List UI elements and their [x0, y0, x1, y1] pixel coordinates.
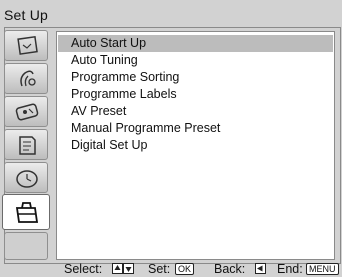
- menu-item-digital-set-up[interactable]: Digital Set Up: [58, 137, 333, 154]
- menu-key-label: MENU: [306, 263, 339, 275]
- back-legend-label: Back:: [214, 262, 246, 276]
- menu-item-programme-labels[interactable]: Programme Labels: [58, 86, 333, 103]
- empty-sidebar-slot: [4, 232, 48, 260]
- set-up-toolbox-icon[interactable]: [2, 194, 50, 230]
- up-down-arrows-icon: [112, 263, 134, 277]
- menu-item-auto-tuning[interactable]: Auto Tuning: [58, 52, 333, 69]
- timer-icon[interactable]: [4, 162, 48, 193]
- select-legend-label: Select:: [64, 262, 103, 276]
- ok-key-icon: OK: [175, 262, 195, 276]
- menu-title: Set Up: [4, 7, 48, 23]
- setup-menu-list: Auto Start Up Auto Tuning Programme Sort…: [56, 31, 335, 260]
- left-arrow-key-icon: [255, 263, 266, 277]
- menu-item-manual-programme-preset[interactable]: Manual Programme Preset: [58, 120, 333, 137]
- teletext-icon[interactable]: [4, 129, 48, 160]
- sound-adjustment-icon[interactable]: [4, 63, 48, 94]
- ok-key-label: OK: [175, 263, 195, 275]
- picture-adjustment-icon[interactable]: [4, 30, 48, 61]
- menu-item-av-preset[interactable]: AV Preset: [58, 103, 333, 120]
- menu-item-programme-sorting[interactable]: Programme Sorting: [58, 69, 333, 86]
- menu-key-icon: MENU: [306, 262, 339, 276]
- menu-item-auto-start-up[interactable]: Auto Start Up: [58, 35, 333, 52]
- key-legend: Select: Set: OK Back: End: MENU: [0, 259, 342, 277]
- features-icon[interactable]: [4, 96, 48, 127]
- set-legend-label: Set:: [148, 262, 171, 276]
- end-legend-label: End:: [277, 262, 303, 276]
